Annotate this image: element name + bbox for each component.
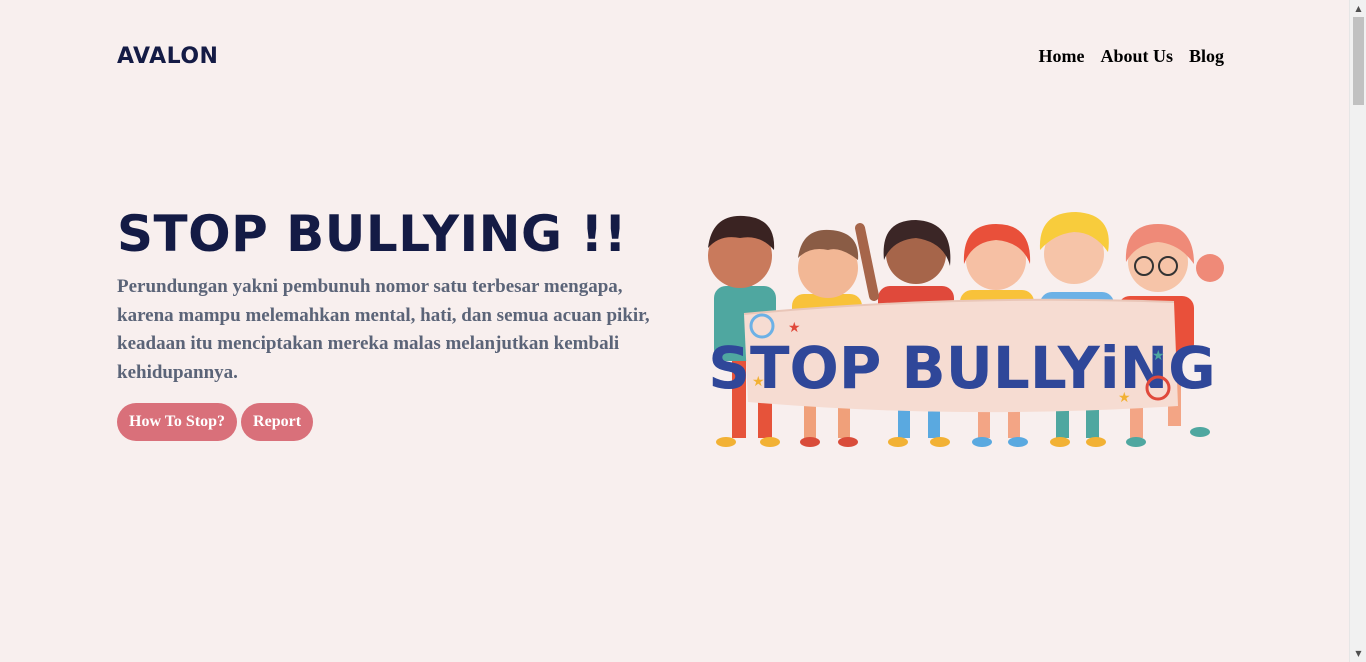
report-button[interactable]: Report — [241, 403, 314, 441]
nav-about-us[interactable]: About Us — [1100, 46, 1173, 67]
scrollbar-thumb[interactable] — [1353, 17, 1364, 105]
hero-description: Perundungan yakni pembunuh nomor satu te… — [117, 276, 650, 384]
hero-title: STOP BULLYING !! — [117, 205, 628, 263]
page: AVALON Home About Us Blog STOP BULLYING … — [0, 0, 1349, 662]
nav-blog[interactable]: Blog — [1189, 46, 1224, 67]
how-to-stop-button[interactable]: How To Stop? — [117, 403, 238, 441]
brand-logo[interactable]: AVALON — [117, 44, 218, 69]
hero-buttons: How To Stop? Report — [117, 403, 314, 441]
svg-text:★: ★ — [1118, 390, 1131, 406]
nav-home[interactable]: Home — [1038, 46, 1084, 67]
svg-text:★: ★ — [1152, 348, 1165, 364]
arrow-down-icon[interactable]: ▼ — [1350, 645, 1366, 662]
svg-text:★: ★ — [752, 374, 765, 390]
arrow-up-icon[interactable]: ▲ — [1350, 0, 1366, 17]
page-scrollbar[interactable]: ▲ ▼ — [1349, 0, 1366, 662]
banner: STOP BULLYiNG ★ ★ ★ ★ — [708, 298, 1216, 413]
stop-bullying-illustration: STOP BULLYiNG ★ ★ ★ ★ — [708, 212, 1224, 447]
main-nav: Home About Us Blog — [1038, 46, 1224, 67]
svg-text:★: ★ — [788, 320, 801, 336]
banner-text: STOP BULLYiNG — [708, 334, 1216, 402]
